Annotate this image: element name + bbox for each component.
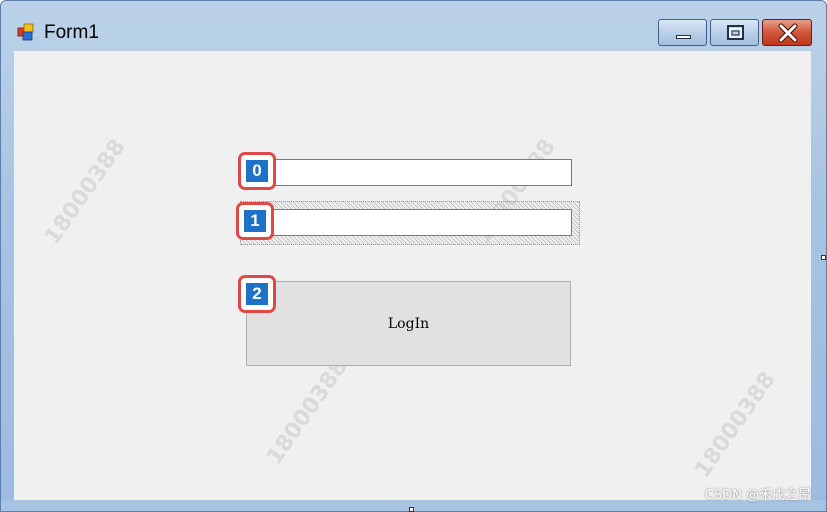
minimize-button[interactable] xyxy=(658,19,707,46)
window-title: Form1 xyxy=(44,22,99,43)
title-bar[interactable]: Form1 xyxy=(1,1,826,51)
login-button[interactable]: LogIn xyxy=(246,281,571,366)
winforms-app-icon xyxy=(17,23,34,41)
element-marker-1: 1 xyxy=(236,202,274,240)
form-client-area xyxy=(14,51,811,500)
close-icon xyxy=(778,23,798,43)
resize-handle-right[interactable] xyxy=(821,255,826,260)
resize-handle-bottom[interactable] xyxy=(409,507,414,512)
element-marker-2: 2 xyxy=(238,275,276,313)
text-input-0[interactable] xyxy=(246,159,572,186)
minimize-icon xyxy=(676,35,691,39)
text-input-1[interactable] xyxy=(246,209,572,236)
maximize-icon xyxy=(727,25,744,40)
credit-watermark: CSDN @禾戊之昂 xyxy=(704,488,811,503)
close-button[interactable] xyxy=(762,19,812,46)
app-window: Form1 xyxy=(0,0,827,512)
maximize-button[interactable] xyxy=(710,19,759,46)
element-marker-0: 0 xyxy=(238,152,276,190)
marker-label: 2 xyxy=(246,283,268,305)
marker-label: 1 xyxy=(244,210,266,232)
marker-label: 0 xyxy=(246,160,268,182)
